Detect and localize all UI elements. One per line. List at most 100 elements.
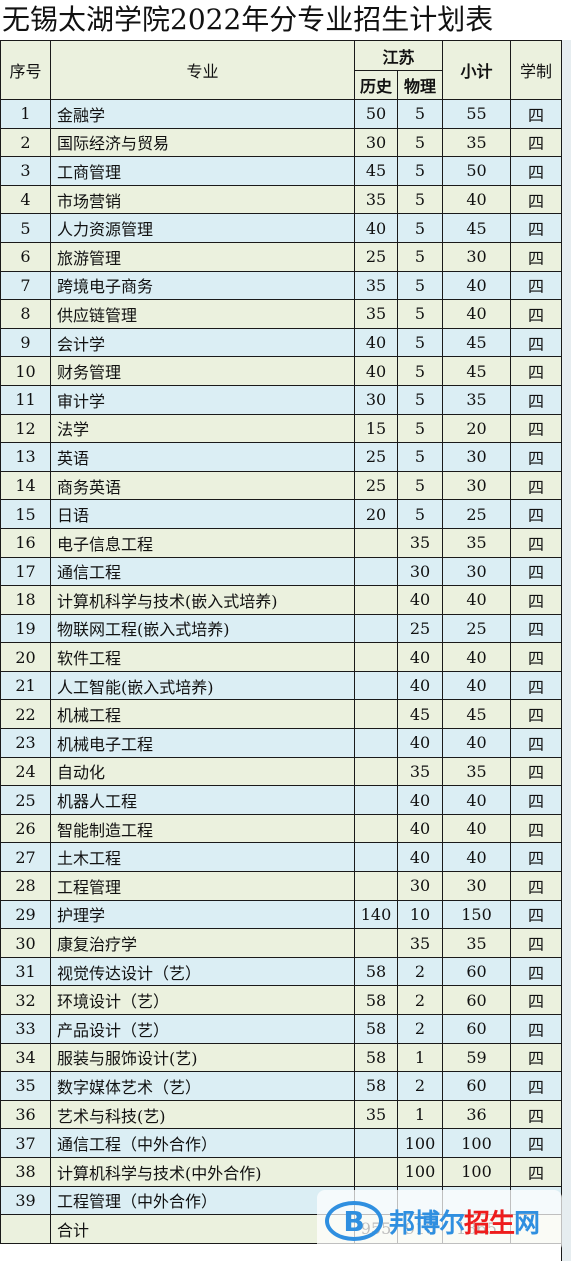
cell-subtotal: 40 (442, 585, 512, 615)
cell-index: 31 (0, 956, 51, 987)
cell-history: 58 (354, 1071, 398, 1101)
header-history: 历史 (354, 70, 398, 100)
table-row: 37 通信工程（中外合作） 100 100 四 (0, 1128, 563, 1158)
cell-major: 数字媒体艺术（艺） (50, 1071, 355, 1101)
cell-subtotal: 150 (442, 899, 512, 930)
cell-subtotal: 45 (442, 356, 512, 386)
table-row: 25 机器人工程 40 40 四 (0, 785, 563, 815)
cell-duration: 四 (510, 699, 563, 730)
cell-duration: 四 (510, 613, 563, 644)
cell-major: 商务英语 (50, 470, 355, 501)
table-row: 16 电子信息工程 35 35 四 (0, 527, 563, 558)
cell-physics: 40 (396, 813, 444, 844)
cell-major: 工程管理（中外合作） (50, 1185, 355, 1216)
cell-major: 计算机科学与技术(中外合作) (50, 1156, 355, 1187)
cell-index: 14 (0, 470, 51, 501)
table-row: 26 智能制造工程 40 40 四 (0, 813, 563, 844)
cell-major: 机械电子工程 (50, 728, 355, 758)
cell-physics: 5 (396, 413, 444, 444)
cell-major: 英语 (50, 442, 355, 472)
cell-history: 35 (354, 1099, 398, 1130)
table-row: 23 机械电子工程 40 40 四 (0, 728, 563, 758)
cell-major: 土木工程 (50, 842, 355, 873)
cell-duration: 四 (510, 1128, 563, 1158)
cell-index: 5 (0, 213, 51, 243)
cell-physics: 35 (396, 756, 444, 787)
cell-index: 22 (0, 699, 51, 730)
cell-index: 12 (0, 413, 51, 444)
cell-index: 25 (0, 785, 51, 815)
cell-duration: 四 (510, 213, 563, 243)
table-row: 34 服装与服饰设计(艺) 58 1 59 四 (0, 1042, 563, 1073)
cell-major: 金融学 (50, 99, 355, 129)
cell-major: 人工智能(嵌入式培养) (50, 670, 355, 701)
cell-physics: 5 (396, 327, 444, 358)
cell-physics: 5 (396, 356, 444, 386)
cell-physics: 2 (396, 956, 444, 987)
cell-duration: 四 (510, 127, 563, 158)
cell-subtotal: 45 (442, 699, 512, 730)
cell-duration: 四 (510, 1014, 563, 1044)
header-physics: 物理 (396, 70, 444, 100)
cell-subtotal: 36 (442, 1099, 512, 1130)
cell-physics: 5 (396, 184, 444, 215)
cell-duration: 四 (510, 785, 563, 815)
total-index (0, 1214, 51, 1244)
cell-history: 25 (354, 241, 398, 272)
cell-physics: 40 (396, 585, 444, 615)
cell-duration: 四 (510, 1156, 563, 1187)
cell-physics: 5 (396, 299, 444, 329)
cell-physics: 5 (396, 127, 444, 158)
cell-major: 会计学 (50, 327, 355, 358)
table-row: 28 工程管理 30 30 四 (0, 871, 563, 901)
table-row: 11 审计学 30 5 35 四 (0, 384, 563, 415)
cell-major: 工程管理 (50, 871, 355, 901)
cell-duration: 四 (510, 928, 563, 958)
cell-physics: 40 (396, 842, 444, 873)
cell-major: 智能制造工程 (50, 813, 355, 844)
cell-subtotal: 40 (442, 842, 512, 873)
cell-subtotal: 30 (442, 470, 512, 501)
table-row: 8 供应链管理 35 5 40 四 (0, 299, 563, 329)
cell-index: 39 (0, 1185, 51, 1216)
table-row: 32 环境设计（艺） 58 2 60 四 (0, 985, 563, 1015)
cell-physics: 30 (396, 556, 444, 587)
cell-duration: 四 (510, 184, 563, 215)
cell-duration: 四 (510, 756, 563, 787)
cell-subtotal: 45 (442, 213, 512, 243)
cell-physics: 5 (396, 470, 444, 501)
header-province: 江苏 (353, 40, 444, 71)
cell-major: 机器人工程 (50, 785, 355, 815)
cell-duration: 四 (510, 327, 563, 358)
cell-subtotal: 30 (442, 556, 512, 587)
cell-subtotal: 35 (442, 527, 512, 558)
cell-history: 50 (354, 99, 398, 129)
table-row: 4 市场营销 35 5 40 四 (0, 184, 563, 215)
cell-duration: 四 (510, 956, 563, 987)
cell-history: 58 (354, 985, 398, 1015)
cell-duration: 四 (510, 1042, 563, 1073)
cell-subtotal: 40 (442, 785, 512, 815)
cell-duration: 四 (510, 813, 563, 844)
cell-index: 1 (0, 99, 51, 129)
table-row: 36 艺术与科技(艺) 35 1 36 四 (0, 1099, 563, 1130)
cell-subtotal: 25 (442, 613, 512, 644)
cell-index: 23 (0, 728, 51, 758)
cell-history (354, 699, 398, 730)
cell-subtotal: 25 (442, 499, 512, 529)
cell-physics: 100 (396, 1156, 444, 1187)
cell-index: 33 (0, 1014, 51, 1044)
cell-physics: 2 (396, 985, 444, 1015)
cell-history (354, 585, 398, 615)
cell-physics: 25 (396, 613, 444, 644)
enrollment-plan-table: 序号 专业 江苏 小计 学制 历史 物理 1 金融学 50 5 55 四 2 国际经济与贸易 3… (0, 40, 563, 1244)
cell-index: 9 (0, 327, 51, 358)
cell-subtotal: 100 (442, 1128, 512, 1158)
cell-major: 环境设计（艺） (50, 985, 355, 1015)
cell-major: 物联网工程(嵌入式培养) (50, 613, 355, 644)
cell-history (354, 728, 398, 758)
cell-history: 25 (354, 470, 398, 501)
table-row: 17 通信工程 30 30 四 (0, 556, 563, 587)
cell-physics: 5 (396, 270, 444, 301)
cell-index: 35 (0, 1071, 51, 1101)
